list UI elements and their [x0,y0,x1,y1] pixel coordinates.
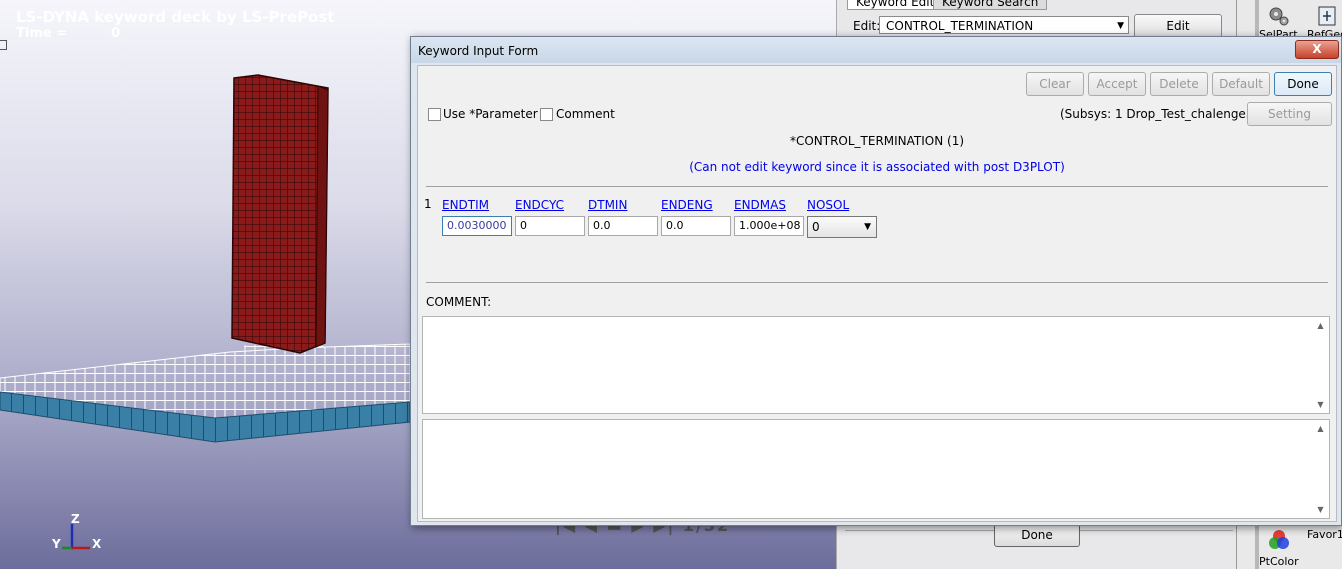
dialog-title: Keyword Input Form [418,44,539,58]
use-parameter-checkbox[interactable] [428,108,441,121]
close-button[interactable]: X [1295,40,1339,59]
setting-button[interactable]: Setting [1247,102,1332,126]
nosol-select-value: 0 [812,220,820,234]
gears-icon[interactable] [1267,4,1291,28]
comment-checkbox-label: Comment [556,107,615,121]
z-axis-label: Z [71,512,80,526]
keyword-text-area[interactable]: ▲ ▼ [422,419,1330,519]
endcyc-input[interactable]: 0 [515,216,585,236]
field-header-endmas[interactable]: ENDMAS [734,198,786,212]
axis-triad [62,524,90,550]
endmas-input[interactable]: 1.000e+08 [734,216,804,236]
close-icon: X [1312,42,1322,56]
color-wheel-icon[interactable] [1267,528,1291,552]
field-header-dtmin[interactable]: DTMIN [588,198,627,212]
keyword-name: *CONTROL_TERMINATION (1) [789,134,965,148]
text-scrollbar[interactable]: ▲ ▼ [1312,420,1329,518]
keyword-select-value: CONTROL_TERMINATION [886,19,1034,33]
scroll-up-icon[interactable]: ▲ [1312,424,1329,433]
done-button[interactable]: Done [1274,72,1332,96]
separator-top [426,186,1328,187]
nosol-select[interactable]: 0 ▼ [807,216,877,238]
delete-button[interactable]: Delete [1150,72,1208,96]
clear-button[interactable]: Clear [1026,72,1084,96]
field-header-endeng[interactable]: ENDENG [661,198,713,212]
y-axis-label: Y [52,537,61,551]
keyword-input-form-dialog: Keyword Input Form X Clear Accept Delete… [410,36,1342,526]
tab-keyword-edit[interactable]: Keyword Edit [847,0,944,10]
dialog-body: Clear Accept Delete Default Done Use *Pa… [417,65,1337,522]
accept-button[interactable]: Accept [1088,72,1146,96]
dtmin-input[interactable]: 0.0 [588,216,658,236]
chevron-down-icon: ▼ [864,222,871,232]
x-axis-label: X [92,537,102,551]
endtim-input[interactable]: 0.0030000 [442,216,512,236]
edit-warning: (Can not edit keyword since it is associ… [689,160,1065,174]
subsys-label: (Subsys: 1 Drop_Test_chalenge3.k) [1060,107,1269,121]
dialog-titlebar[interactable]: Keyword Input Form X [411,37,1341,63]
favor1-label[interactable]: Favor1 [1307,528,1342,541]
use-parameter-label: Use *Parameter [443,107,538,121]
contact-nodes [244,345,324,385]
field-header-endcyc[interactable]: ENDCYC [515,198,564,212]
endeng-input[interactable]: 0.0 [661,216,731,236]
tab-keyword-search[interactable]: Keyword Search [933,0,1048,10]
comment-scrollbar[interactable]: ▲ ▼ [1312,317,1329,413]
scroll-up-icon[interactable]: ▲ [1312,321,1329,330]
field-header-endtim[interactable]: ENDTIM [442,198,489,212]
comment-textarea[interactable]: ▲ ▼ [422,316,1330,414]
edit-label: Edit: [853,19,881,33]
refgeo-icon[interactable] [1315,4,1339,28]
keyword-select[interactable]: CONTROL_TERMINATION ▼ [879,16,1129,34]
edit-button[interactable]: Edit [1134,14,1222,38]
row-number: 1 [424,197,432,211]
chevron-down-icon: ▼ [1117,21,1124,31]
field-header-nosol[interactable]: NOSOL [807,198,849,212]
scroll-down-icon[interactable]: ▼ [1312,400,1329,409]
comment-section-label: COMMENT: [426,295,492,309]
separator-bottom [426,282,1328,283]
ptcolor-label[interactable]: PtColor [1259,555,1299,568]
part-edge [315,85,329,348]
panel-done-button[interactable]: Done [994,523,1080,547]
scroll-down-icon[interactable]: ▼ [1312,505,1329,514]
default-button[interactable]: Default [1212,72,1270,96]
drop-test-part [231,74,329,354]
comment-checkbox[interactable] [540,108,553,121]
